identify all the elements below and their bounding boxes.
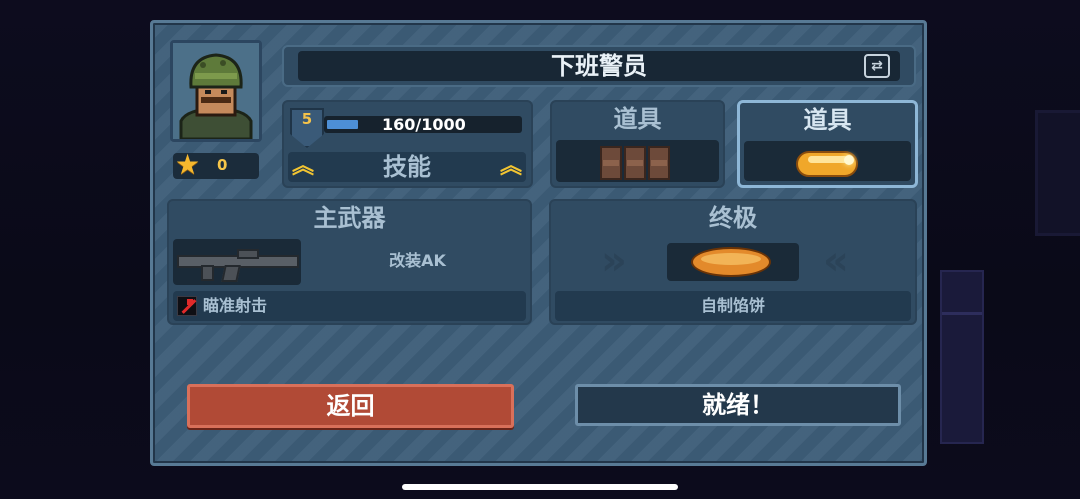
xp-text: 160/1000 [382,115,466,134]
weapon-slot [173,239,301,285]
character-name-bar: 下班警员 ⇄ [282,45,916,87]
sparkle-icon [844,155,854,165]
weapon-trait: 瞄准射击 [203,296,268,315]
loadout-panel: ★ 0 下班警员 ⇄ 5 160/1000 ︽ 技能 ︽ 道具 道具 主武器 改… [150,20,927,466]
item-slot-inner [744,141,911,181]
ultimate-name-row: 自制馅饼 [555,291,911,321]
aim-shot-icon [177,296,197,316]
home-indicator[interactable] [402,484,678,490]
star-counter: ★ 0 [173,149,259,181]
soldier-portrait-icon [173,43,259,141]
star-count: 0 [217,156,228,174]
level-panel: 5 160/1000 ︽ 技能 ︽ [282,100,533,188]
pie-icon [691,247,771,277]
character-avatar[interactable] [170,40,262,142]
swap-character-icon[interactable]: ⇄ [864,54,890,78]
skill-label: 技能 [383,153,431,181]
item-slot-label: 道具 [803,106,852,134]
name-inner: 下班警员 ⇄ [298,51,900,81]
skill-button[interactable]: ︽ 技能 ︽ [288,152,526,182]
background-frame [1035,110,1080,236]
background-shelf [940,270,984,444]
chevron-up-icon: ︽ [499,154,522,179]
item-slot-label: 道具 [613,105,662,133]
chevron-right-icon: » [601,238,627,284]
back-button[interactable]: 返回 [187,384,514,428]
xp-bar: 160/1000 [324,115,522,134]
star-icon: ★ [175,148,201,181]
item-slot-inner [556,140,719,182]
crate-icon [600,146,674,180]
xp-bar-fill [327,120,358,129]
weapon-name: 改装AK [389,251,446,270]
primary-weapon-panel[interactable]: 主武器 改装AK 瞄准射击 [167,199,532,325]
ultimate-name: 自制馅饼 [700,296,765,315]
rifle-icon [177,249,299,282]
character-name: 下班警员 [551,52,647,80]
level-number: 5 [301,110,313,128]
weapon-trait-row: 瞄准射击 [173,291,526,321]
item-slot-1[interactable]: 道具 [550,100,725,188]
primary-weapon-label: 主武器 [313,204,386,232]
chevron-left-icon: « [823,238,849,284]
ultimate-label: 终极 [709,204,757,232]
ultimate-panel[interactable]: 终极 » « 自制馅饼 [549,199,917,325]
ready-button[interactable]: 就绪！ [575,384,901,426]
item-slot-2[interactable]: 道具 [737,100,918,188]
ultimate-slot [667,243,799,281]
